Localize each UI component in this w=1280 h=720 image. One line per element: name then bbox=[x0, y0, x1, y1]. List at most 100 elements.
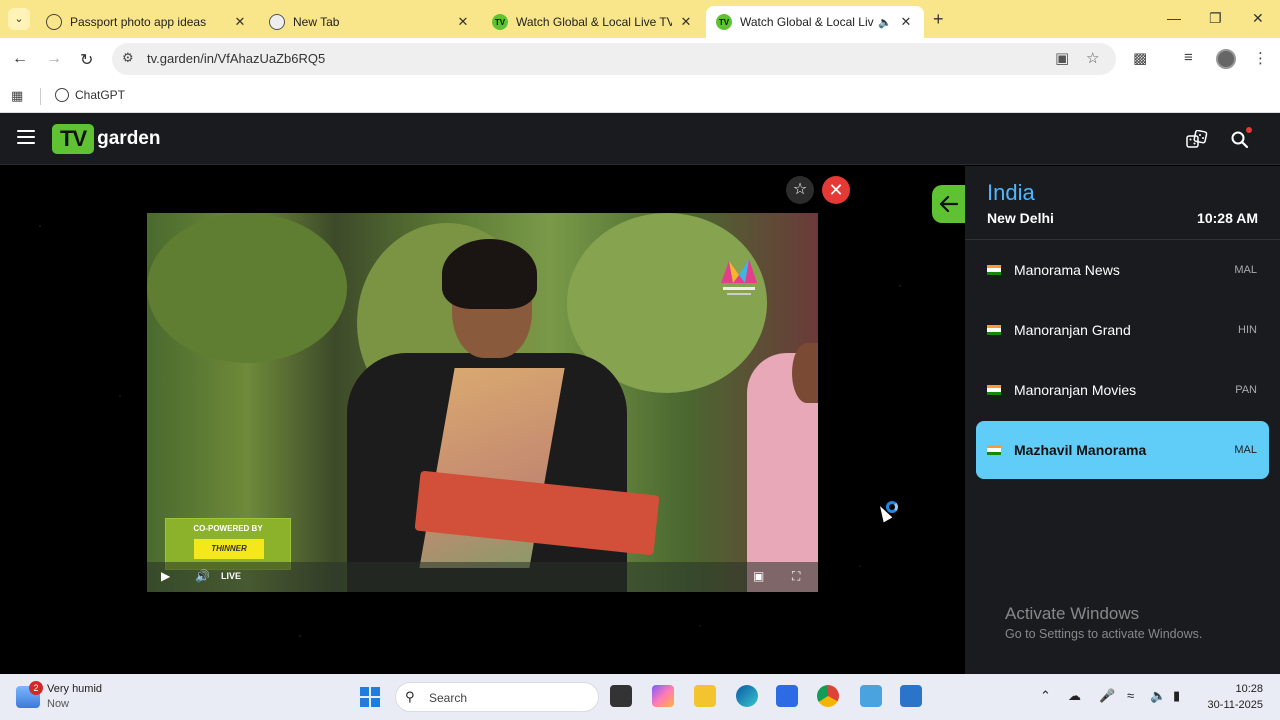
tv-garden-icon: TV bbox=[716, 14, 732, 30]
chrome-icon[interactable] bbox=[817, 685, 839, 707]
tab-search-button[interactable]: ⌄ bbox=[8, 8, 30, 30]
channel-item[interactable]: Manoranjan Grand HIN bbox=[976, 301, 1269, 359]
microphone-icon[interactable]: 🎤 bbox=[1099, 688, 1115, 704]
tab-tv-garden-active[interactable]: TV Watch Global & Local Live T 🔈 ✕ bbox=[706, 6, 924, 38]
site-info-icon[interactable]: ⚙ bbox=[122, 50, 134, 66]
hamburger-menu-icon[interactable] bbox=[17, 130, 35, 148]
tab-tv-garden-1[interactable]: TV Watch Global & Local Live TV C ✕ bbox=[482, 6, 704, 38]
install-app-icon[interactable]: ▣ bbox=[1055, 49, 1069, 67]
extensions-icon[interactable]: ▩ bbox=[1133, 49, 1147, 67]
channel-name: Manorama News bbox=[1014, 262, 1120, 278]
channel-lang: MAL bbox=[1234, 444, 1257, 456]
close-icon[interactable]: ✕ bbox=[678, 14, 694, 30]
channel-name: Manoranjan Movies bbox=[1014, 382, 1137, 398]
video-person-2-face bbox=[792, 343, 818, 403]
site-header: TV garden bbox=[0, 113, 1280, 165]
speaker-icon[interactable]: 🔈 bbox=[878, 16, 892, 29]
close-icon[interactable]: ✕ bbox=[455, 14, 471, 30]
video-player[interactable]: CO-POWERED BY THINNER ▶ 🔊 LIVE ▣ ⛶ bbox=[147, 213, 818, 592]
close-player-button[interactable]: ✕ bbox=[822, 176, 850, 204]
restore-icon[interactable]: ❐ bbox=[1209, 10, 1222, 27]
chatgpt-icon bbox=[46, 14, 62, 30]
india-flag-icon bbox=[987, 265, 1001, 275]
tray-chevron-icon[interactable]: ⌃ bbox=[1040, 688, 1051, 704]
favorite-star-button[interactable]: ☆ bbox=[786, 176, 814, 204]
taskbar-search[interactable]: ⚲ Search bbox=[395, 682, 599, 712]
forward-icon[interactable]: → bbox=[46, 50, 62, 68]
local-time: 10:28 AM bbox=[1197, 210, 1258, 226]
clock-date[interactable]: 30-11-2025 bbox=[1208, 699, 1263, 711]
weather-badge: 2 bbox=[29, 681, 43, 695]
dice-icon[interactable] bbox=[1186, 130, 1208, 150]
url-text[interactable]: tv.garden/in/VfAhazUaZb6RQ5 bbox=[147, 51, 325, 66]
new-tab-button[interactable]: + bbox=[933, 9, 944, 30]
edge-icon[interactable] bbox=[736, 685, 758, 707]
browser-tabstrip: ⌄ Passport photo app ideas ✕ New Tab ✕ T… bbox=[0, 0, 1280, 38]
channel-name: Mazhavil Manorama bbox=[1014, 442, 1147, 458]
bookmark-star-icon[interactable]: ☆ bbox=[1086, 49, 1099, 67]
weather-text[interactable]: Very humid bbox=[47, 683, 102, 695]
loading-spinner-icon bbox=[886, 501, 898, 513]
bookmark-chatgpt[interactable]: ChatGPT bbox=[55, 88, 125, 102]
chrome-icon bbox=[269, 14, 285, 30]
reload-icon[interactable]: ↻ bbox=[80, 50, 93, 70]
wifi-icon[interactable]: ≈ bbox=[1127, 688, 1134, 703]
copilot-icon[interactable] bbox=[652, 685, 674, 707]
bookmarks-separator bbox=[40, 88, 41, 105]
tab-passport-photo[interactable]: Passport photo app ideas ✕ bbox=[36, 6, 258, 38]
fullscreen-icon[interactable]: ⛶ bbox=[792, 569, 800, 584]
taskbar-search-label: Search bbox=[429, 691, 468, 705]
clock-time[interactable]: 10:28 bbox=[1235, 683, 1263, 695]
app-icon[interactable] bbox=[900, 685, 922, 707]
site-logo[interactable]: TV garden bbox=[52, 124, 160, 154]
video-foliage bbox=[147, 213, 347, 363]
tab-new-tab[interactable]: New Tab ✕ bbox=[259, 6, 481, 38]
channel-panel: India New Delhi 10:28 AM Manorama News M… bbox=[965, 166, 1280, 674]
browser-toolbar: ← → ↻ ⚙ tv.garden/in/VfAhazUaZb6RQ5 ▣ ☆ … bbox=[0, 38, 1280, 80]
sponsor-caption: CO-POWERED BY bbox=[193, 524, 263, 533]
channel-lang: PAN bbox=[1235, 384, 1257, 396]
volume-icon[interactable]: 🔊 bbox=[195, 569, 210, 583]
channel-item-active[interactable]: Mazhavil Manorama MAL bbox=[976, 421, 1269, 479]
profile-avatar[interactable] bbox=[1216, 49, 1236, 69]
tv-garden-icon: TV bbox=[492, 14, 508, 30]
channel-item[interactable]: Manorama News MAL bbox=[976, 241, 1269, 299]
india-flag-icon bbox=[987, 325, 1001, 335]
media-control-icon[interactable]: ≡ bbox=[1184, 49, 1193, 66]
close-icon[interactable]: ✕ bbox=[232, 14, 248, 30]
channel-lang: HIN bbox=[1238, 324, 1257, 336]
country-title: India bbox=[987, 180, 1035, 205]
notification-dot bbox=[1246, 127, 1252, 133]
channel-logo-icon bbox=[721, 259, 757, 295]
notepad-icon[interactable] bbox=[860, 685, 882, 707]
onedrive-icon[interactable]: ☁ bbox=[1068, 688, 1081, 704]
bookmark-label: ChatGPT bbox=[75, 88, 126, 102]
window-close-icon[interactable]: ✕ bbox=[1252, 10, 1264, 27]
channel-lang: MAL bbox=[1234, 264, 1257, 276]
activate-windows-subtitle: Go to Settings to activate Windows. bbox=[1005, 627, 1203, 641]
task-view-icon[interactable] bbox=[610, 685, 632, 707]
minimize-icon[interactable]: — bbox=[1167, 10, 1181, 26]
start-icon[interactable] bbox=[360, 687, 380, 707]
tab-title: Watch Global & Local Live T bbox=[740, 15, 874, 29]
picture-in-picture-icon[interactable]: ▣ bbox=[753, 569, 764, 583]
volume-icon[interactable]: 🔈 bbox=[1150, 688, 1166, 704]
tab-title: Watch Global & Local Live TV C bbox=[516, 15, 672, 29]
file-explorer-icon[interactable] bbox=[694, 685, 716, 707]
address-bar[interactable]: ⚙ tv.garden/in/VfAhazUaZb6RQ5 ▣ ☆ bbox=[112, 43, 1116, 75]
windows-taskbar: 2 Very humid Now ⚲ Search ⌃ ☁ 🎤 ≈ 🔈 ▮ 10… bbox=[0, 674, 1280, 720]
back-icon[interactable]: ← bbox=[12, 50, 28, 68]
logo-garden: garden bbox=[97, 128, 161, 149]
search-icon[interactable] bbox=[1230, 130, 1250, 150]
panel-back-button[interactable] bbox=[932, 185, 966, 223]
store-icon[interactable] bbox=[776, 685, 798, 707]
city-label: New Delhi bbox=[987, 210, 1054, 226]
close-icon[interactable]: ✕ bbox=[898, 14, 914, 30]
logo-tv: TV bbox=[52, 124, 95, 154]
channel-item[interactable]: Manoranjan Movies PAN bbox=[976, 361, 1269, 419]
play-icon[interactable]: ▶ bbox=[161, 569, 170, 583]
weather-subtext: Now bbox=[47, 698, 70, 710]
apps-grid-icon[interactable]: ▦ bbox=[11, 88, 23, 104]
battery-icon[interactable]: ▮ bbox=[1173, 688, 1180, 704]
menu-dots-icon[interactable]: ⋮ bbox=[1253, 49, 1268, 67]
